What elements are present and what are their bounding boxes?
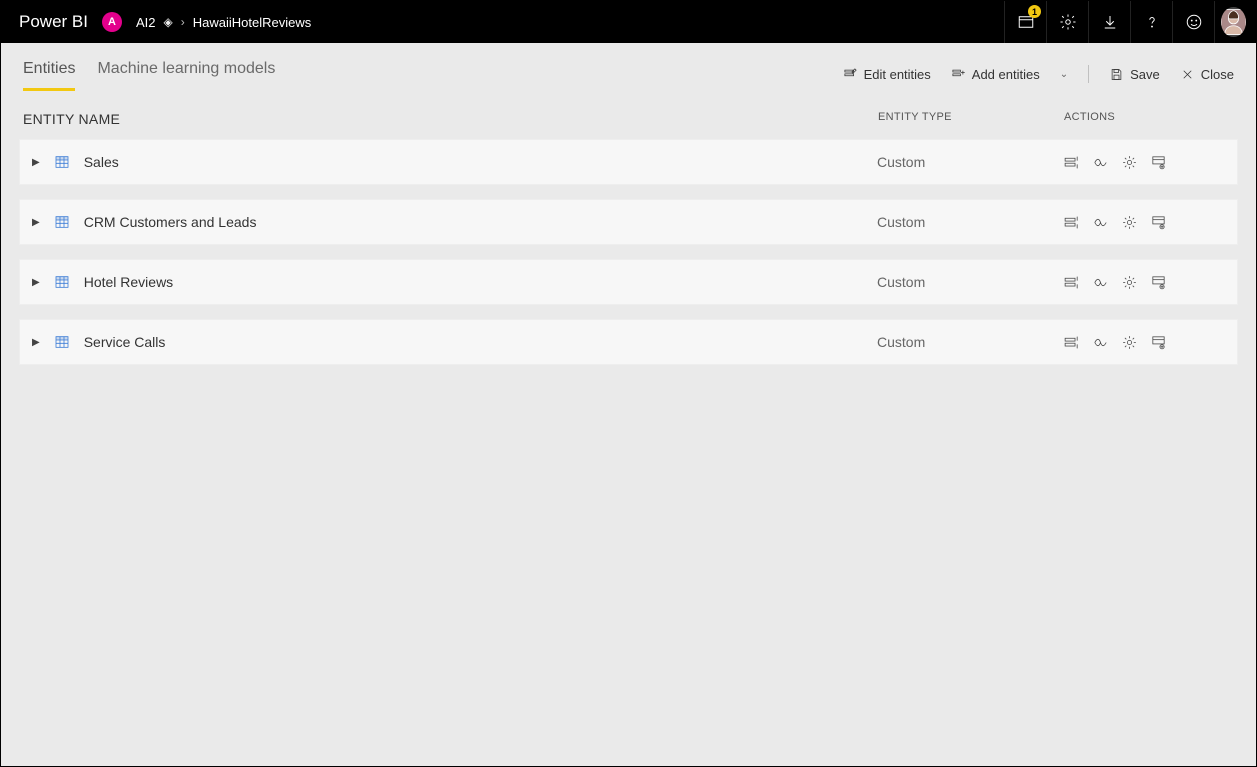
save-label: Save [1130,67,1160,82]
ai-icon[interactable] [1092,214,1109,231]
brand-label: Power BI [19,12,88,32]
expand-icon[interactable]: ▶ [32,277,40,288]
entity-actions [1047,154,1237,171]
toolbar-divider [1088,65,1089,83]
expand-icon[interactable]: ▶ [32,217,40,228]
col-header-actions: ACTIONS [1048,111,1238,127]
entity-type: Custom [877,214,1047,230]
top-bar: Power BI A AI2 ◈ › HawaiiHotelReviews 1 [1,1,1256,43]
table-icon [54,154,70,170]
save-button[interactable]: Save [1109,67,1160,82]
download-button[interactable] [1088,1,1130,43]
settings-icon[interactable] [1121,214,1138,231]
properties-icon[interactable] [1150,274,1167,291]
properties-icon[interactable] [1150,214,1167,231]
table-row: ▶ CRM Customers and Leads Custom [19,199,1238,245]
entity-type: Custom [877,154,1047,170]
table-row: ▶ Hotel Reviews Custom [19,259,1238,305]
workspace-badge[interactable]: A [102,12,122,32]
expand-icon[interactable]: ▶ [32,337,40,348]
properties-icon[interactable] [1150,334,1167,351]
add-entities-label: Add entities [972,67,1040,82]
premium-icon: ◈ [164,15,173,29]
entity-name[interactable]: Service Calls [84,334,166,350]
avatar [1221,7,1246,37]
edit-entities-button[interactable]: Edit entities [843,67,931,82]
notification-badge: 1 [1028,5,1041,18]
insights-icon[interactable] [1063,214,1080,231]
feedback-button[interactable] [1172,1,1214,43]
insights-icon[interactable] [1063,334,1080,351]
ai-icon[interactable] [1092,334,1109,351]
expand-icon[interactable]: ▶ [32,157,40,168]
insights-icon[interactable] [1063,154,1080,171]
close-button[interactable]: Close [1180,67,1234,82]
edit-entities-label: Edit entities [864,67,931,82]
chevron-right-icon: › [181,15,185,29]
properties-icon[interactable] [1150,154,1167,171]
ai-icon[interactable] [1092,154,1109,171]
entity-type: Custom [877,274,1047,290]
entity-name[interactable]: Sales [84,154,119,170]
breadcrumb-current[interactable]: HawaiiHotelReviews [193,15,312,30]
close-label: Close [1201,67,1234,82]
account-button[interactable] [1214,1,1256,43]
tab-ml-models[interactable]: Machine learning models [97,60,275,91]
help-button[interactable] [1130,1,1172,43]
entity-name[interactable]: CRM Customers and Leads [84,214,257,230]
table-row: ▶ Sales Custom [19,139,1238,185]
col-header-name: ENTITY NAME [19,111,878,127]
table-icon [54,274,70,290]
breadcrumb: AI2 ◈ › HawaiiHotelReviews [136,15,311,30]
table-row: ▶ Service Calls Custom [19,319,1238,365]
add-entities-dropdown[interactable]: ⌄ [1060,69,1068,80]
settings-icon[interactable] [1121,334,1138,351]
entity-actions [1047,274,1237,291]
insights-icon[interactable] [1063,274,1080,291]
workspace-name[interactable]: AI2 [136,15,156,30]
settings-icon[interactable] [1121,154,1138,171]
table-header: ENTITY NAME ENTITY TYPE ACTIONS [19,91,1238,139]
table-icon [54,334,70,350]
table-icon [54,214,70,230]
entities-table: ENTITY NAME ENTITY TYPE ACTIONS ▶ Sales … [1,91,1256,766]
tab-entities[interactable]: Entities [23,60,75,91]
add-entities-button[interactable]: Add entities [951,67,1040,82]
ai-icon[interactable] [1092,274,1109,291]
toolbar: Entities Machine learning models Edit en… [1,43,1256,91]
col-header-type: ENTITY TYPE [878,111,1048,127]
entity-actions [1047,334,1237,351]
entity-name[interactable]: Hotel Reviews [84,274,173,290]
settings-button[interactable] [1046,1,1088,43]
entity-type: Custom [877,334,1047,350]
notifications-button[interactable]: 1 [1004,1,1046,43]
entity-actions [1047,214,1237,231]
settings-icon[interactable] [1121,274,1138,291]
